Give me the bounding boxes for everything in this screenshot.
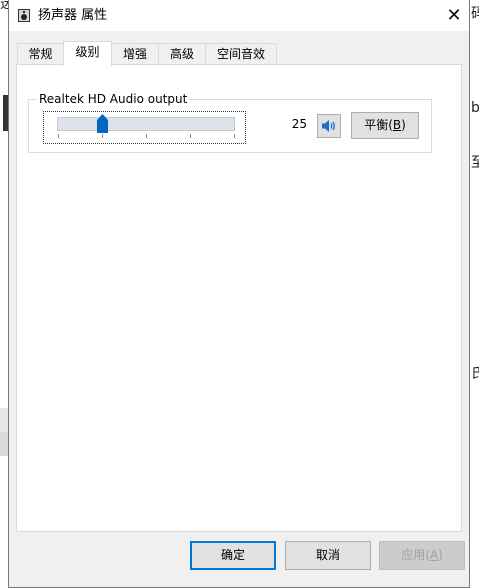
- close-button[interactable]: ✕: [439, 0, 469, 31]
- background-window-right: 码 b 至 氏: [471, 0, 479, 588]
- tab-spatial-sound[interactable]: 空间音效: [205, 43, 277, 65]
- speaker-icon: [322, 120, 335, 132]
- speaker-icon: [18, 9, 30, 22]
- tab-levels[interactable]: 级别: [63, 41, 112, 66]
- slider-tick: [58, 134, 59, 138]
- slider-tick: [190, 134, 191, 138]
- apply-button[interactable]: 应用(A): [379, 541, 465, 570]
- volume-value[interactable]: 25: [248, 114, 307, 134]
- background-text: 至: [471, 155, 479, 171]
- balance-accelerator: B: [392, 118, 402, 132]
- speaker-properties-dialog: 扬声器 属性 ✕ 常规 级别 增强 高级 空间音效 Realtek HD Aud…: [8, 0, 470, 588]
- ok-button[interactable]: 确定: [190, 541, 276, 570]
- cancel-button[interactable]: 取消: [285, 541, 371, 570]
- tab-label: 高级: [169, 47, 194, 61]
- title-bar[interactable]: 扬声器 属性 ✕: [9, 0, 469, 31]
- slider-track: [57, 117, 235, 131]
- close-icon: ✕: [446, 4, 462, 26]
- balance-label-end: ): [401, 118, 406, 132]
- balance-button[interactable]: 平衡(B): [351, 112, 419, 139]
- apply-label: 应用(: [401, 548, 430, 562]
- tab-label: 增强: [122, 47, 147, 61]
- slider-tick: [146, 134, 147, 138]
- window-title: 扬声器 属性: [38, 8, 108, 23]
- device-group: Realtek HD Audio output 25 平衡(B): [28, 91, 432, 153]
- device-label: Realtek HD Audio output: [37, 91, 190, 107]
- tab-label: 空间音效: [216, 47, 265, 61]
- tab-enhancements[interactable]: 增强: [111, 43, 159, 65]
- background-text: 码: [471, 6, 479, 22]
- background-text: 氏: [471, 366, 479, 382]
- tab-label: 常规: [28, 47, 53, 61]
- cancel-label: 取消: [315, 548, 340, 562]
- slider-thumb[interactable]: [96, 114, 108, 133]
- apply-accelerator: A: [429, 548, 439, 562]
- slider-tick: [234, 134, 235, 138]
- tab-advanced[interactable]: 高级: [158, 43, 206, 65]
- balance-label: 平衡(: [364, 118, 393, 132]
- apply-label-end: ): [438, 548, 443, 562]
- ok-label: 确定: [220, 548, 245, 562]
- tab-general[interactable]: 常规: [17, 43, 64, 65]
- levels-panel: Realtek HD Audio output 25 平衡(B): [16, 64, 462, 532]
- volume-slider[interactable]: [43, 111, 246, 144]
- slider-tick: [102, 134, 103, 138]
- mute-button[interactable]: [317, 114, 341, 138]
- background-text: b: [471, 100, 479, 116]
- tab-label: 级别: [75, 45, 100, 59]
